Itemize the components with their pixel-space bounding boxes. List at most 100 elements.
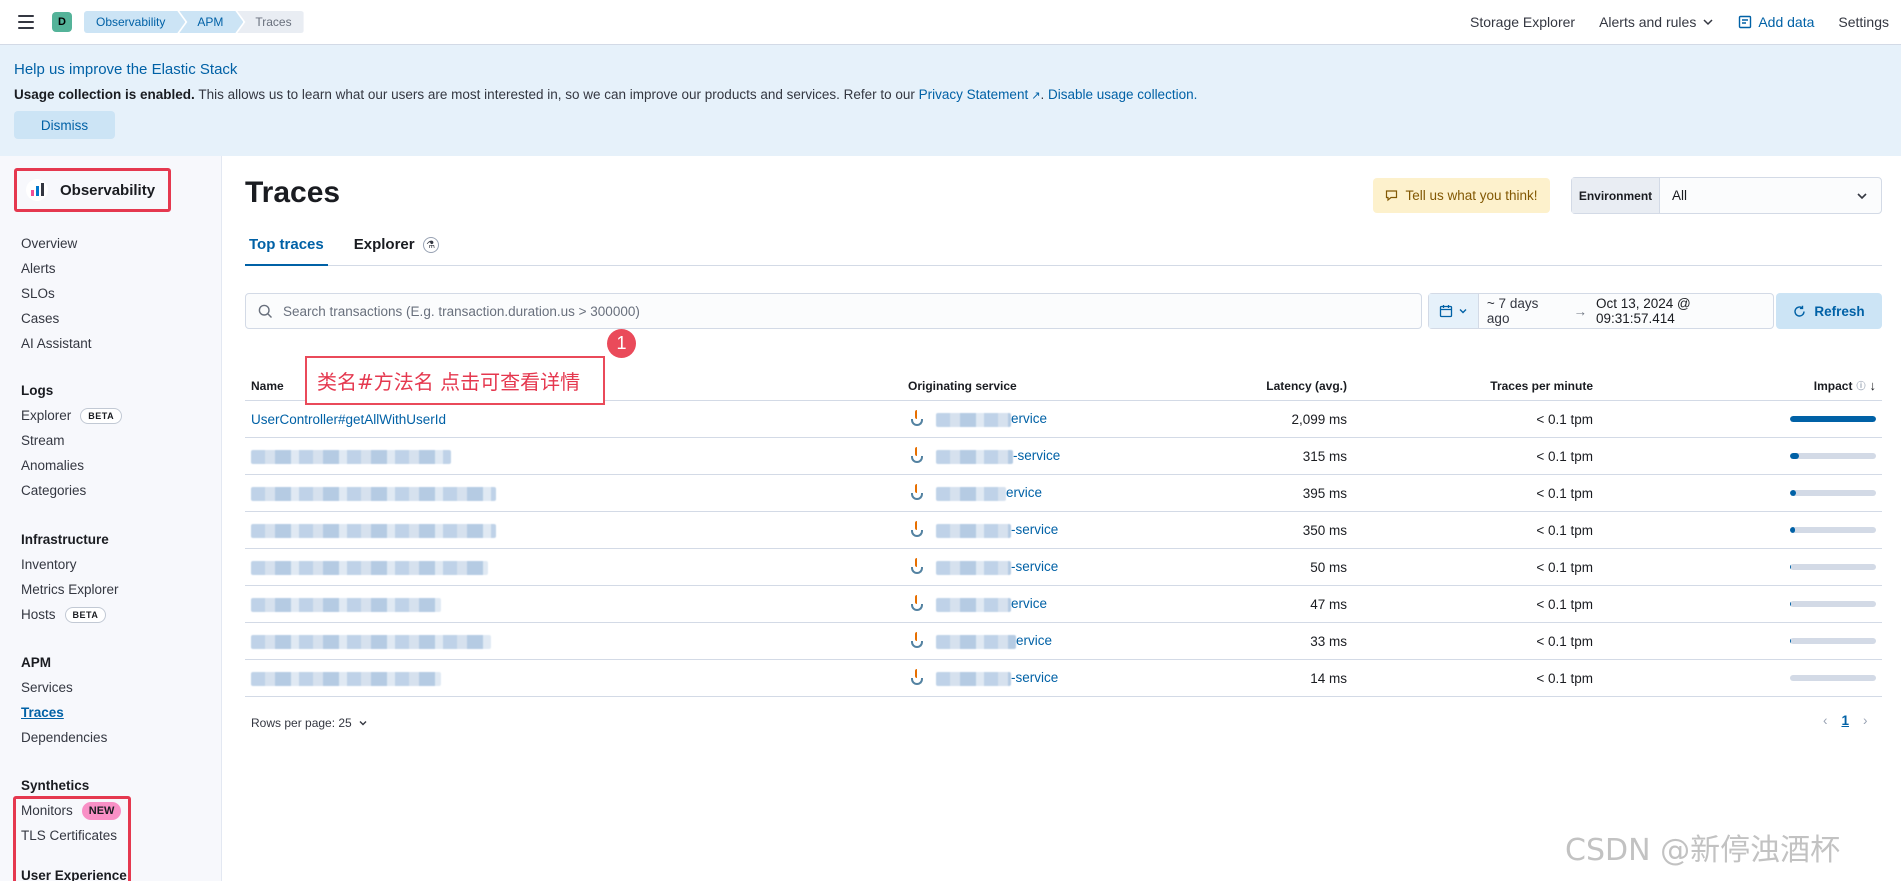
table-row: -service 14 ms < 0.1 tpm [245, 660, 1882, 697]
sidebar-item-traces[interactable]: Traces [21, 700, 107, 725]
service-cell: ervice [900, 631, 1200, 651]
sidebar-item-ai-assistant[interactable]: AI Assistant [21, 331, 92, 356]
impact-bar [1790, 527, 1876, 533]
next-page-icon[interactable]: › [1863, 713, 1868, 728]
table-row: UserController#getAllWithUserId ervice 2,0… [245, 401, 1882, 438]
date-end[interactable]: Oct 13, 2024 @ 09:31:57.414 [1596, 296, 1773, 326]
sidebar-item-overview[interactable]: Overview [21, 231, 92, 256]
trace-name-link[interactable] [251, 522, 496, 538]
sidebar-item-metrics-explorer[interactable]: Metrics Explorer [21, 577, 119, 602]
impact-cell [1593, 638, 1882, 644]
sidebar-item-slos[interactable]: SLOs [21, 281, 92, 306]
service-link[interactable]: ervice [936, 633, 1052, 649]
sidebar-item-alerts[interactable]: Alerts [21, 256, 92, 281]
quick-select-button[interactable] [1429, 294, 1479, 328]
service-cell: ervice [900, 409, 1200, 429]
sidebar-item-hosts[interactable]: Hosts BETA [21, 602, 119, 627]
dismiss-button[interactable]: Dismiss [14, 111, 115, 139]
redacted-name [251, 560, 488, 575]
prev-page-icon[interactable]: ‹ [1823, 713, 1828, 728]
service-link[interactable]: ervice [936, 596, 1047, 612]
tpm-cell: < 0.1 tpm [1536, 411, 1593, 427]
service-link[interactable]: ervice [936, 485, 1042, 501]
breadcrumb-observability[interactable]: Observability [84, 11, 185, 33]
sidebar-item-dependencies[interactable]: Dependencies [21, 725, 107, 750]
environment-value[interactable]: All [1660, 178, 1881, 213]
alerts-rules-menu[interactable]: Alerts and rules [1599, 14, 1714, 30]
redacted-service [936, 560, 1011, 575]
impact-bar [1790, 638, 1876, 644]
trace-name-link[interactable] [251, 485, 496, 501]
col-tpm-header[interactable]: Traces per minute [1347, 379, 1593, 393]
tab-explorer-label: Explorer [353, 236, 415, 253]
search-input[interactable] [283, 303, 1183, 319]
col-service-header[interactable]: Originating service [900, 379, 1200, 393]
tab-explorer[interactable]: Explorer ⚗ [350, 236, 443, 266]
trace-name-link[interactable] [251, 448, 451, 464]
impact-bar [1790, 453, 1876, 459]
environment-value-text: All [1672, 188, 1688, 203]
service-link[interactable]: -service [936, 670, 1059, 686]
settings-link[interactable]: Settings [1838, 14, 1889, 30]
sidebar-item-tls-certificates[interactable]: TLS Certificates [21, 823, 121, 848]
table-row: ervice 395 ms < 0.1 tpm [245, 475, 1882, 512]
disable-usage-link[interactable]: Disable usage collection. [1048, 87, 1197, 102]
feedback-button[interactable]: Tell us what you think! [1373, 178, 1550, 213]
environment-select[interactable]: Environment All [1571, 177, 1882, 214]
table-row: -service 315 ms < 0.1 tpm [245, 438, 1882, 475]
rows-per-page-select[interactable]: Rows per page: 25 [251, 716, 368, 730]
redacted-name [251, 597, 441, 612]
service-link[interactable]: ervice [936, 411, 1048, 427]
refresh-button[interactable]: Refresh [1776, 293, 1882, 329]
redacted-name [251, 671, 441, 686]
comment-icon [1386, 190, 1398, 202]
service-suffix: -service [1011, 670, 1059, 686]
observability-logo-icon [26, 179, 48, 201]
sort-down-icon: ↓ [1869, 378, 1877, 393]
sidebar-item-cases[interactable]: Cases [21, 306, 92, 331]
latency-cell: 14 ms [1310, 670, 1347, 686]
sidebar-item-anomalies[interactable]: Anomalies [21, 453, 122, 478]
sidebar-item-categories[interactable]: Categories [21, 478, 122, 503]
nav-top: Overview Alerts SLOs Cases AI Assistant [21, 231, 92, 356]
service-link[interactable]: -service [936, 448, 1060, 464]
trace-name-link[interactable] [251, 670, 441, 686]
service-link[interactable]: -service [936, 522, 1058, 538]
sidebar-item-monitors[interactable]: Monitors NEW [21, 798, 122, 823]
sidebar-item-inventory[interactable]: Inventory [21, 552, 119, 577]
storage-explorer-link[interactable]: Storage Explorer [1470, 14, 1575, 30]
privacy-statement-link[interactable]: Privacy Statement [919, 87, 1029, 102]
date-picker: ~ 7 days ago → Oct 13, 2024 @ 09:31:57.4… [1428, 293, 1774, 329]
service-link[interactable]: -service [936, 559, 1058, 575]
nav-ux: User Experience [21, 863, 127, 881]
trace-name-link[interactable] [251, 633, 491, 649]
callout-title: Help us improve the Elastic Stack [14, 61, 238, 78]
trace-name-link[interactable] [251, 596, 441, 612]
space-avatar[interactable]: D [52, 12, 72, 32]
java-icon [908, 557, 926, 577]
tpm-cell: < 0.1 tpm [1536, 448, 1593, 464]
redacted-name [251, 486, 496, 501]
menu-icon[interactable] [14, 10, 38, 34]
nav-synthetics: Synthetics Monitors NEW TLS Certificates [21, 773, 122, 848]
sidebar-item-stream[interactable]: Stream [21, 428, 122, 453]
trace-name-link[interactable]: UserController#getAllWithUserId [251, 412, 446, 427]
add-data-link[interactable]: Add data [1738, 14, 1814, 30]
col-impact-header[interactable]: Impact ⓘ ↓ [1593, 378, 1882, 393]
search-bar[interactable] [245, 293, 1422, 329]
tab-top-traces[interactable]: Top traces [245, 236, 328, 266]
sidebar-item-logs-explorer[interactable]: Explorer BETA [21, 403, 123, 428]
col-latency-header[interactable]: Latency (avg.) [1200, 379, 1347, 393]
trace-name-link[interactable] [251, 559, 488, 575]
table-body: UserController#getAllWithUserId ervice 2,0… [245, 401, 1882, 697]
page-number[interactable]: 1 [1842, 713, 1850, 728]
service-suffix: ervice [1011, 411, 1048, 427]
tpm-cell: < 0.1 tpm [1536, 485, 1593, 501]
date-start[interactable]: ~ 7 days ago [1487, 296, 1565, 326]
breadcrumb-apm[interactable]: APM [179, 11, 243, 33]
redacted-service [936, 486, 1006, 501]
observability-brand[interactable]: Observability [14, 168, 171, 212]
impact-bar-fill [1790, 453, 1799, 459]
impact-header-label: Impact [1813, 378, 1853, 393]
sidebar-item-services[interactable]: Services [21, 675, 107, 700]
